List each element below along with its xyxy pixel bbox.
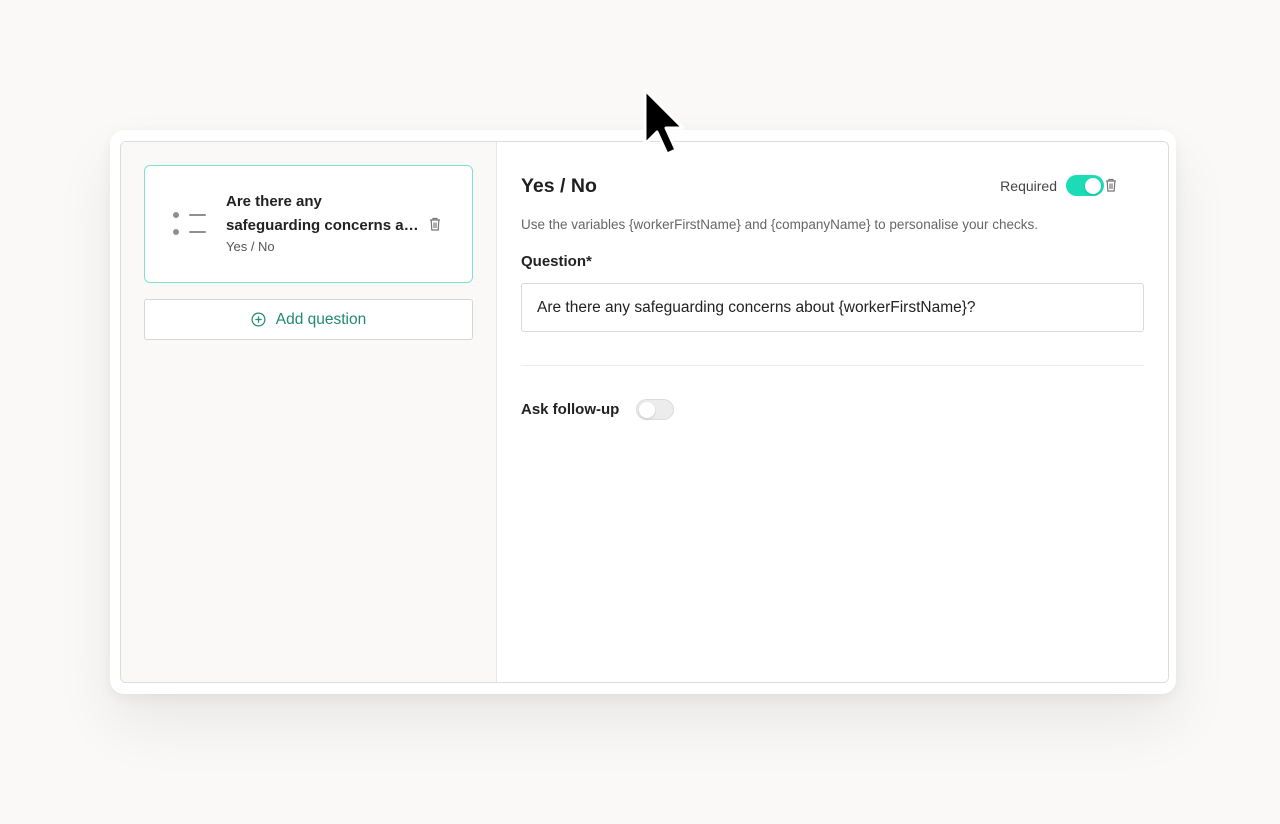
variables-hint: Use the variables {workerFirstName} and …: [521, 217, 1038, 232]
question-type-title: Yes / No: [521, 175, 597, 197]
question-item-title: Are there any safeguarding concerns abou…: [226, 190, 422, 238]
question-input[interactable]: [521, 283, 1144, 332]
editor-panel: Are there any safeguarding concerns abou…: [120, 141, 1169, 683]
toggle-knob: [639, 401, 656, 418]
add-question-label: Add question: [275, 310, 367, 328]
list-icon: [173, 211, 209, 239]
required-label: Required: [1000, 177, 1057, 194]
question-item-type: Yes / No: [226, 239, 275, 254]
question-editor-card: Are there any safeguarding concerns abou…: [110, 130, 1176, 694]
follow-up-toggle[interactable]: [636, 399, 675, 420]
question-list-item[interactable]: Are there any safeguarding concerns abou…: [144, 165, 473, 283]
trash-icon[interactable]: [429, 217, 441, 231]
required-toggle[interactable]: [1066, 175, 1104, 196]
question-detail-panel: Yes / No Required Use the variables {wor…: [497, 142, 1168, 682]
question-list-sidebar: Are there any safeguarding concerns abou…: [121, 142, 497, 682]
question-item-title-line1: Are there any: [226, 193, 322, 210]
follow-up-control: Ask follow-up: [521, 399, 675, 420]
question-label: Question*: [521, 253, 592, 270]
required-control: Required: [1000, 175, 1104, 196]
delete-question-trash-icon[interactable]: [1105, 178, 1117, 192]
page: Are there any safeguarding concerns abou…: [0, 0, 1280, 824]
toggle-knob: [1085, 177, 1101, 194]
add-question-button[interactable]: Add question: [144, 299, 473, 340]
plus-circle-icon: [251, 312, 266, 327]
follow-up-label: Ask follow-up: [521, 401, 620, 418]
question-item-title-line2: safeguarding concerns about {workerFirst…: [226, 217, 422, 234]
divider: [521, 365, 1144, 366]
